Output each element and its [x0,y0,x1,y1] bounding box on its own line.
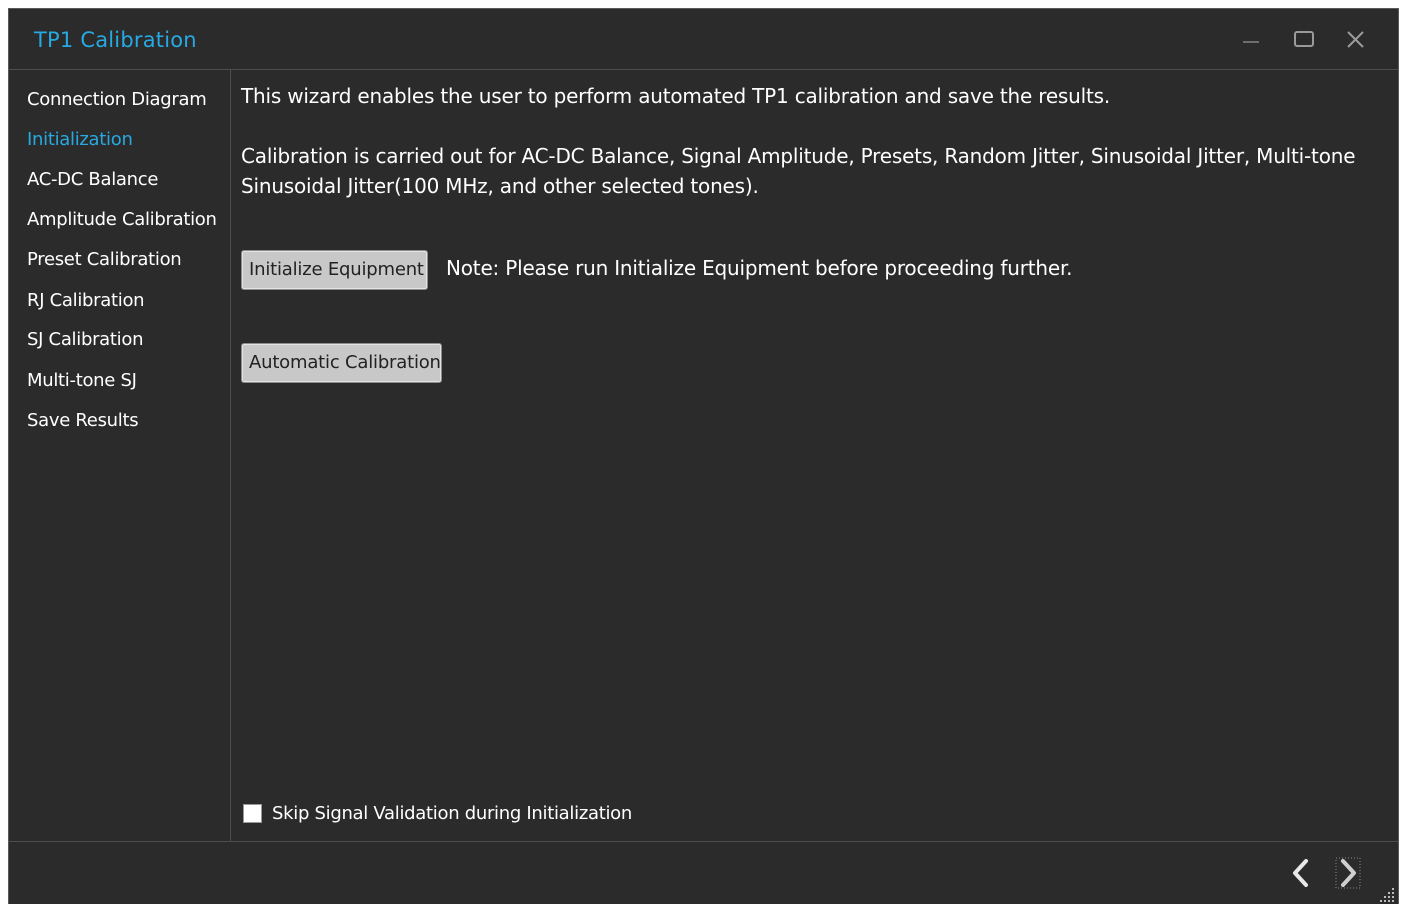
skip-signal-validation-checkbox[interactable] [243,803,262,823]
wizard-footer [9,841,1398,906]
sidebar-item-preset-calibration[interactable]: Preset Calibration [27,249,182,270]
maximize-icon[interactable] [1289,25,1319,55]
chevron-right-icon[interactable] [1334,856,1362,890]
intro-text: This wizard enables the user to perform … [241,84,1111,108]
automatic-calibration-button[interactable]: Automatic Calibration [241,343,442,383]
sidebar-item-amplitude-calibration[interactable]: Amplitude Calibration [27,209,217,230]
skip-signal-validation-label: Skip Signal Validation during Initializa… [272,802,632,824]
close-icon[interactable] [1340,25,1370,55]
wizard-step-sidebar: Connection Diagram Initialization AC-DC … [9,69,231,841]
sidebar-item-rj-calibration[interactable]: RJ Calibration [27,290,145,311]
resize-grip-icon[interactable] [1378,886,1396,904]
description-text: Calibration is carried out for AC-DC Bal… [241,144,1356,198]
chevron-left-icon[interactable] [1287,856,1315,890]
initialize-note: Note: Please run Initialize Equipment be… [446,256,1073,280]
sidebar-item-ac-dc-balance[interactable]: AC-DC Balance [27,169,158,190]
initialize-equipment-button[interactable]: Initialize Equipment [241,250,428,290]
minimize-icon[interactable] [1237,25,1267,55]
sidebar-item-connection-diagram[interactable]: Connection Diagram [27,89,207,110]
tp1-calibration-window: TP1 Calibration Connection Diagram Initi… [8,8,1399,904]
window-title: TP1 Calibration [34,28,197,52]
initialization-panel: This wizard enables the user to perform … [231,69,1399,841]
sidebar-item-multi-tone-sj[interactable]: Multi-tone SJ [27,370,137,391]
sidebar-item-save-results[interactable]: Save Results [27,410,139,431]
sidebar-item-initialization[interactable]: Initialization [27,129,133,150]
sidebar-item-sj-calibration[interactable]: SJ Calibration [27,329,144,350]
title-bar: TP1 Calibration [9,9,1398,70]
skip-signal-validation-option[interactable]: Skip Signal Validation during Initializa… [243,801,632,825]
